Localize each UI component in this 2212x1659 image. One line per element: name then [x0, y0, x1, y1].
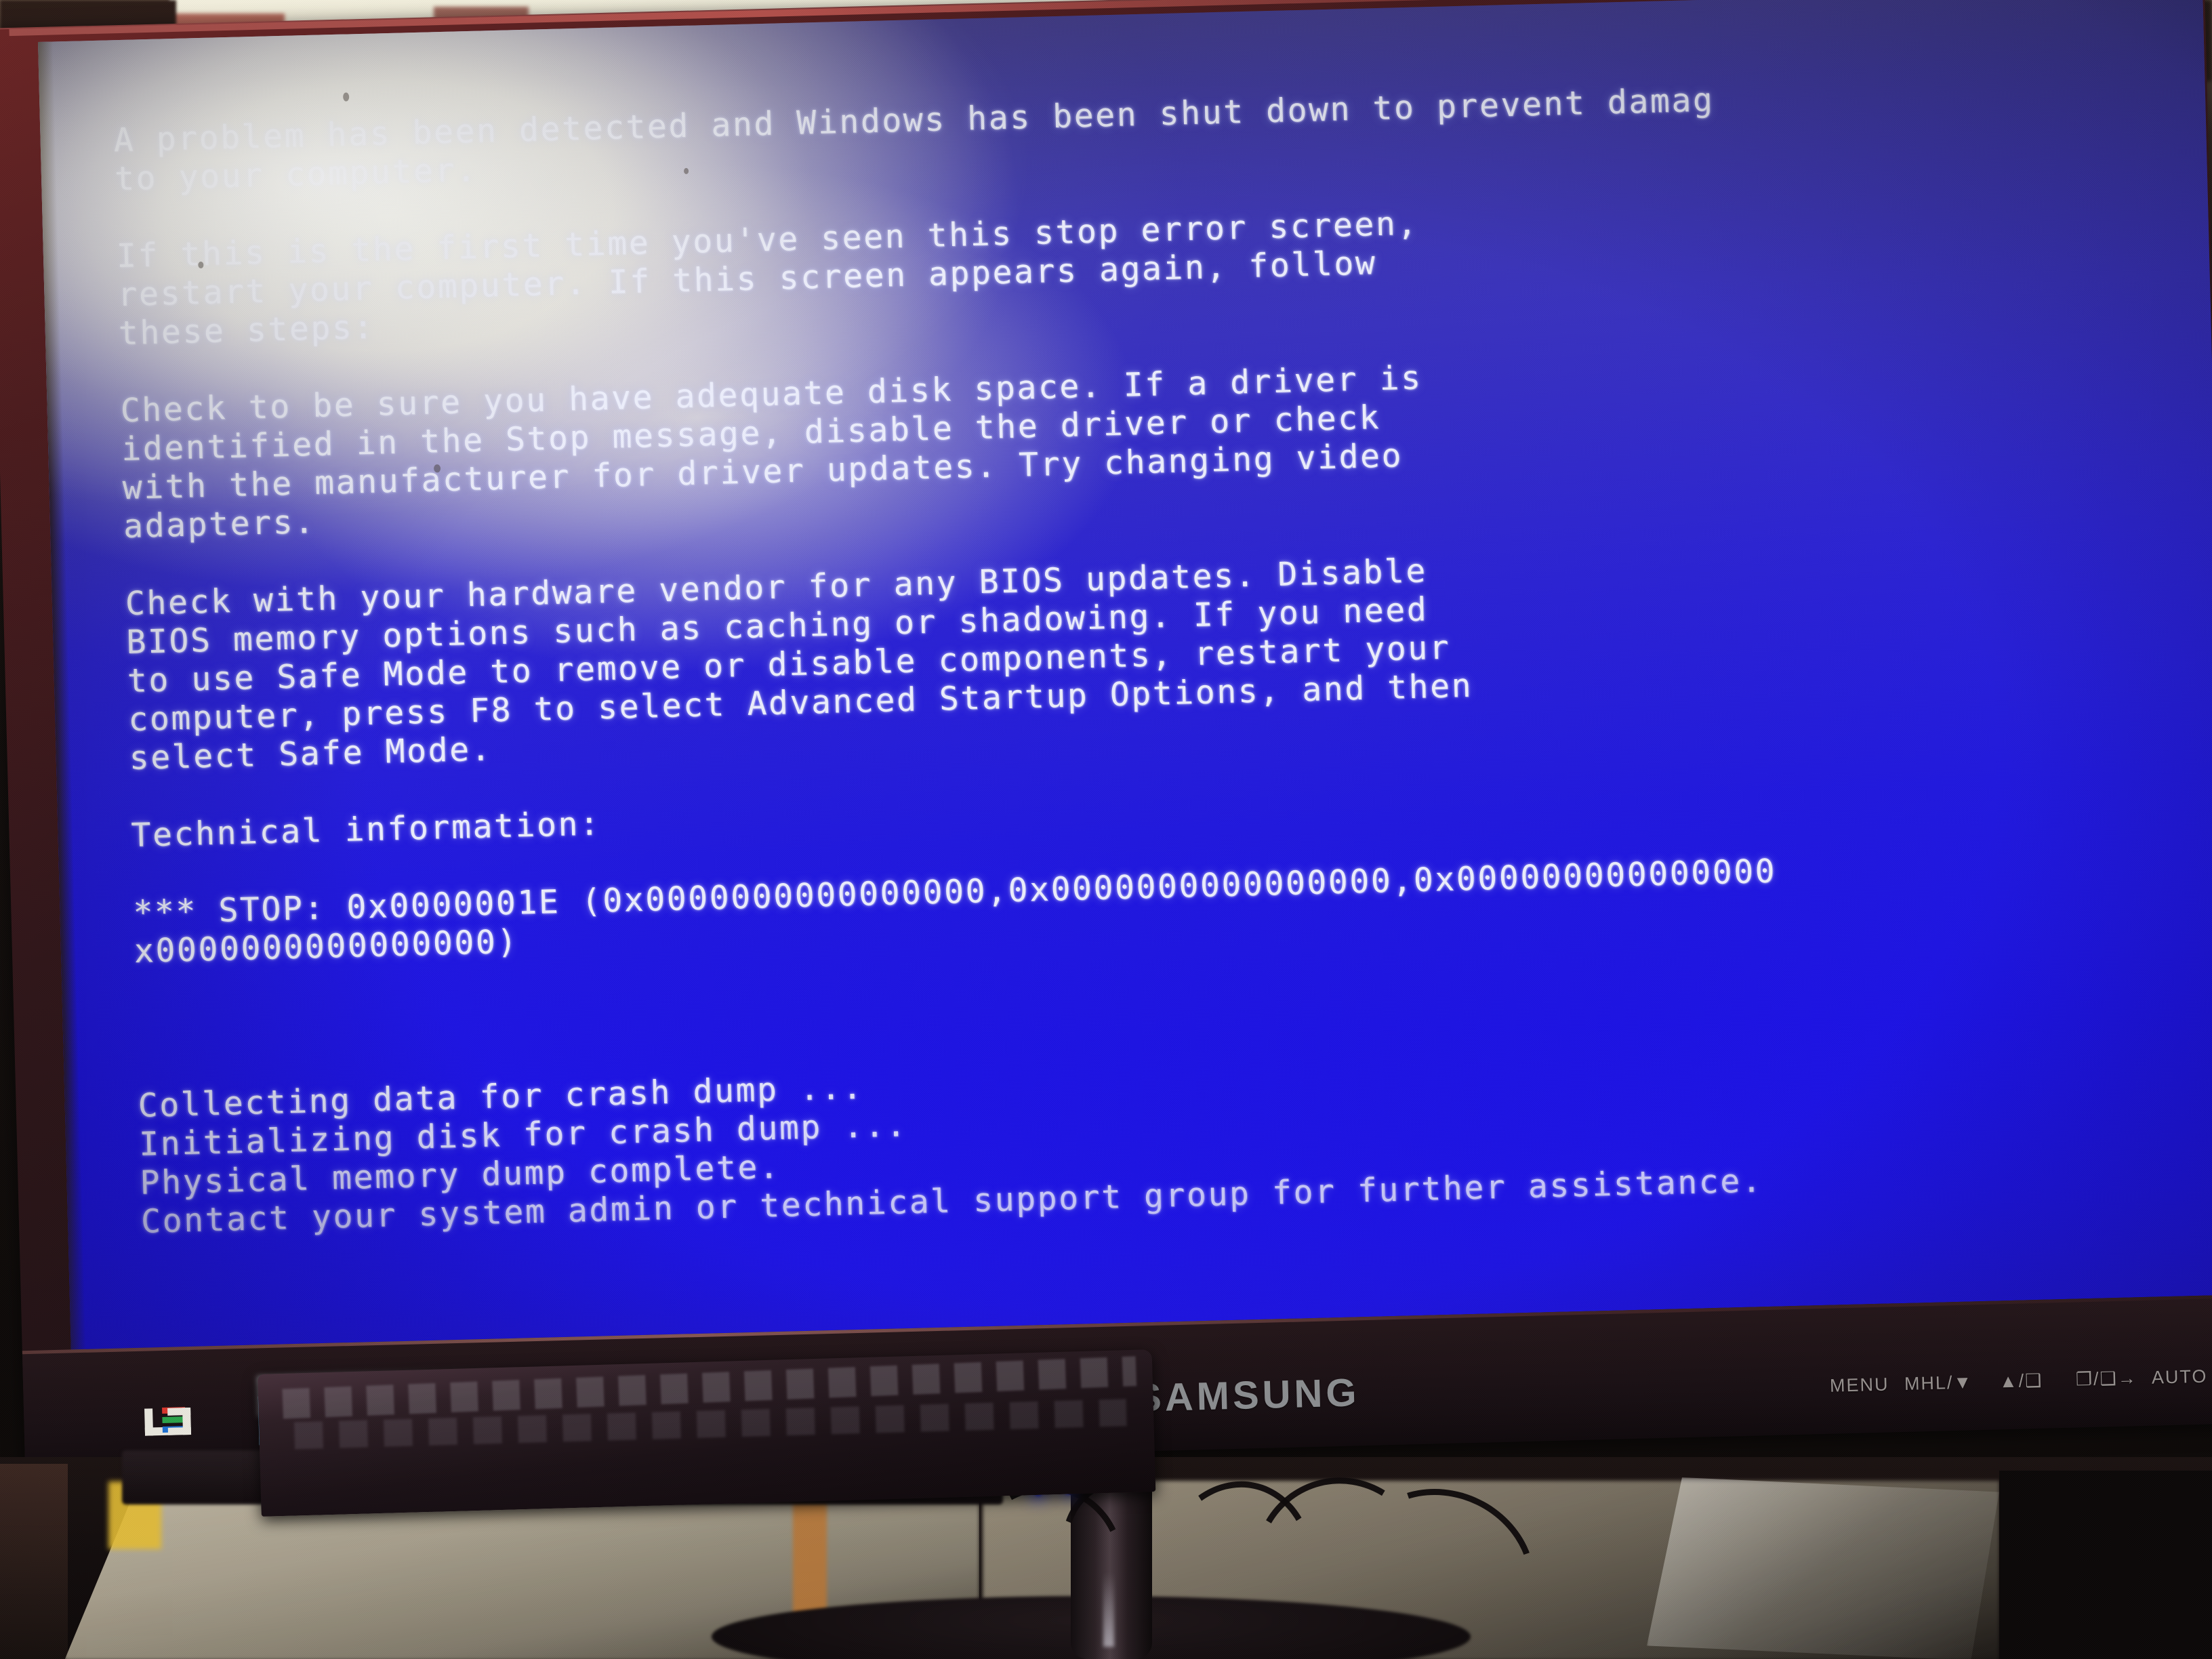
osd-button-mhl-down[interactable]: MHL/▼: [1904, 1372, 1973, 1395]
monitor: SyncMaster A problem has been detected a…: [0, 0, 2212, 1505]
plastic-bag: [1647, 1477, 1999, 1659]
osd-button-up-source[interactable]: ▲/❑: [1999, 1370, 2043, 1393]
osd-button-menu[interactable]: MENU: [1830, 1374, 1889, 1397]
photograph-of-monitor: SyncMaster A problem has been detected a…: [0, 0, 2212, 1659]
osd-button-input-exit[interactable]: ❐/❑→: [2076, 1368, 2138, 1390]
samsung-brand-logo: SAMSUNG: [1134, 1370, 1361, 1420]
screen-bottom-glow: [64, 1010, 2212, 1350]
osd-button-auto[interactable]: AUTO: [2151, 1366, 2207, 1389]
desk-far-dark: [1999, 1471, 2212, 1659]
keyboard[interactable]: [258, 1349, 1156, 1517]
desk-left-edge: [0, 1464, 68, 1659]
led-logo-badge: [144, 1403, 220, 1440]
monitor-screen: A problem has been detected and Windows …: [37, 0, 2212, 1350]
monitor-stand-neck: [1071, 1491, 1152, 1659]
